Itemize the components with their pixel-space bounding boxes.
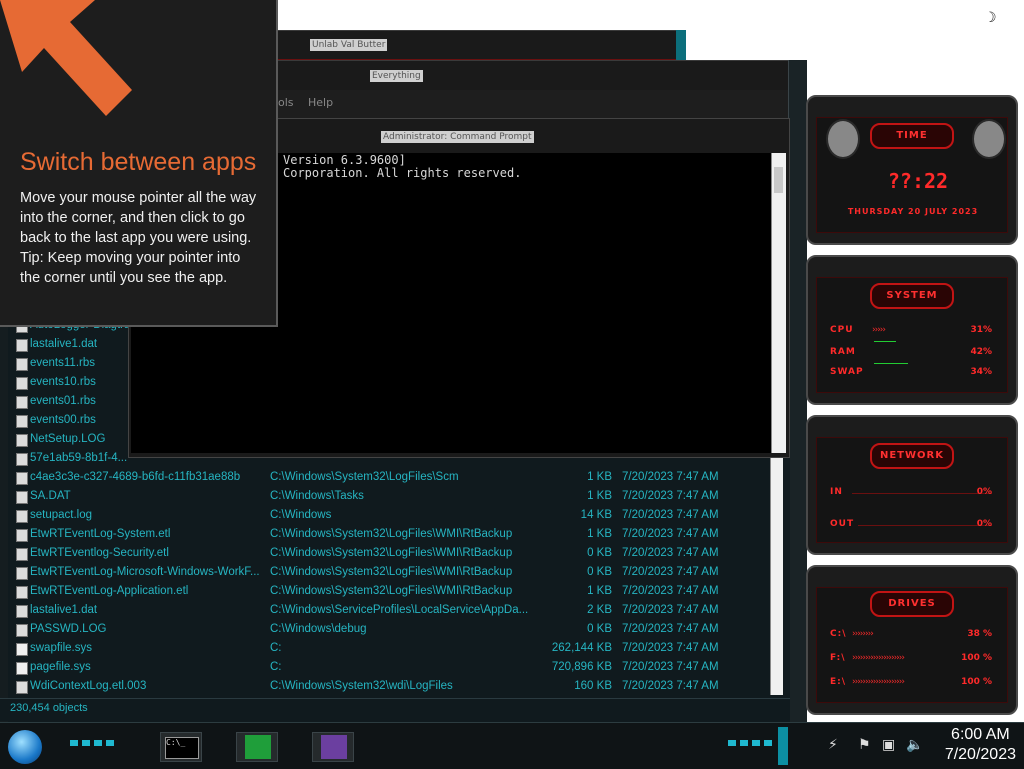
drives-tag: DRIVES [870, 591, 954, 617]
cpu-meter: ››››› [872, 325, 886, 335]
scroll-thumb[interactable] [774, 167, 783, 193]
network-tag: NETWORK [870, 443, 954, 469]
console-scrollbar[interactable] [771, 153, 786, 453]
object-count: 230,454 objects [10, 702, 88, 714]
window-title: Administrator: Command Prompt [381, 131, 534, 143]
ram-label: RAM [830, 347, 856, 357]
drives-gadget[interactable]: DRIVES C:\ ›››››››› 38 % F:\ ›››››››››››… [806, 565, 1018, 715]
taskbar-decoration [728, 740, 772, 746]
drive-c-value: 38 % [967, 629, 992, 639]
speaker-icon[interactable]: 🔈 [906, 737, 923, 753]
cpu-graph [874, 341, 896, 342]
drive-f-label: F:\ [830, 653, 846, 663]
time-gadget[interactable]: TIME ??:22 THURSDAY 20 JULY 2023 [806, 95, 1018, 245]
start-orb-icon[interactable] [8, 730, 42, 764]
corner-arrow-icon [0, 0, 132, 116]
gadget-sidebar: TIME ??:22 THURSDAY 20 JULY 2023 SYSTEM … [800, 85, 1024, 725]
menu-tools[interactable]: ols [278, 96, 294, 109]
network-gadget[interactable]: NETWORK IN 0% OUT 0% [806, 415, 1018, 555]
time-tag: TIME [870, 123, 954, 149]
date-value: THURSDAY 20 JULY 2023 [847, 207, 979, 216]
menu-help[interactable]: Help [308, 96, 333, 109]
cpu-label: CPU [830, 325, 854, 335]
network-icon[interactable]: ▣ [882, 737, 895, 753]
system-tag: SYSTEM [870, 283, 954, 309]
drive-e-meter: ›››››››››››››››››››› [852, 677, 905, 687]
drive-c-label: C:\ [830, 629, 847, 639]
drive-c-meter: ›››››››› [852, 629, 874, 639]
switch-apps-tip: Switch between apps Move your mouse poin… [0, 0, 278, 327]
console-line: Corporation. All rights reserved. [283, 166, 522, 180]
drive-f-value: 100 % [961, 653, 992, 663]
clock-time: 6:00 AM [951, 726, 1010, 743]
action-center-flag-icon[interactable]: ⚑ [858, 737, 871, 753]
tip-description: Move your mouse pointer all the way into… [20, 190, 257, 246]
swap-label: SWAP [830, 367, 864, 377]
tip-hint: Tip: Keep moving your pointer into the c… [20, 250, 241, 286]
net-in-label: IN [830, 487, 843, 497]
time-value: ??:22 [887, 169, 949, 193]
tip-title: Switch between apps [20, 148, 257, 176]
clock[interactable]: 6:00 AM 7/20/2023 [945, 725, 1016, 765]
vertical-scrollbar[interactable] [770, 455, 783, 695]
alien-head-icon [972, 119, 1006, 159]
window-back-1[interactable]: Unlab Val Butter [278, 30, 686, 62]
alien-head-icon [826, 119, 860, 159]
window-everything-titlebar[interactable]: Everything [278, 60, 798, 92]
drive-e-value: 100 % [961, 677, 992, 687]
drive-f-meter: ›››››››››››››››››››› [852, 653, 905, 663]
system-gadget[interactable]: SYSTEM CPU ››››› 31% RAM 42% SWAP 34% [806, 255, 1018, 405]
status-bar: 230,454 objects [0, 698, 790, 721]
left-frame [0, 327, 8, 722]
net-out-graph [858, 525, 992, 526]
cmd-icon: C:\_ [165, 737, 199, 759]
swap-value: 34% [970, 367, 992, 377]
drive-e-label: E:\ [830, 677, 847, 687]
net-in-value: 0% [976, 487, 992, 497]
taskbar-vs-installer-button[interactable] [312, 732, 354, 762]
moon-icon: ☽ [984, 10, 997, 26]
taskbar-decoration [70, 740, 114, 746]
net-in-graph [852, 493, 992, 494]
window-frame-accent [676, 30, 686, 60]
show-desktop-button[interactable] [778, 727, 788, 765]
taskbar: C:\_ ⚡ ⚑ ▣ 🔈 6:00 AM 7/20/2023 [0, 722, 1024, 769]
window-title: Unlab Val Butter [310, 39, 388, 51]
tray-app-icon[interactable]: ⚡ [828, 737, 838, 753]
ram-value: 42% [970, 347, 992, 357]
console-line: Version 6.3.9600] [283, 153, 406, 167]
visual-studio-icon [321, 735, 347, 759]
clock-date: 7/20/2023 [944, 746, 1016, 763]
chart-icon [245, 735, 271, 759]
tip-body: Move your mouse pointer all the way into… [20, 188, 260, 288]
taskbar-cmd-button[interactable]: C:\_ [160, 732, 202, 762]
menu-bar: ols Help [278, 90, 798, 118]
ram-graph [874, 363, 908, 364]
net-out-label: OUT [830, 519, 855, 529]
cpu-value: 31% [970, 325, 992, 335]
taskbar-taskmgr-button[interactable] [236, 732, 278, 762]
window-title: Everything [370, 70, 423, 82]
net-out-value: 0% [976, 519, 992, 529]
